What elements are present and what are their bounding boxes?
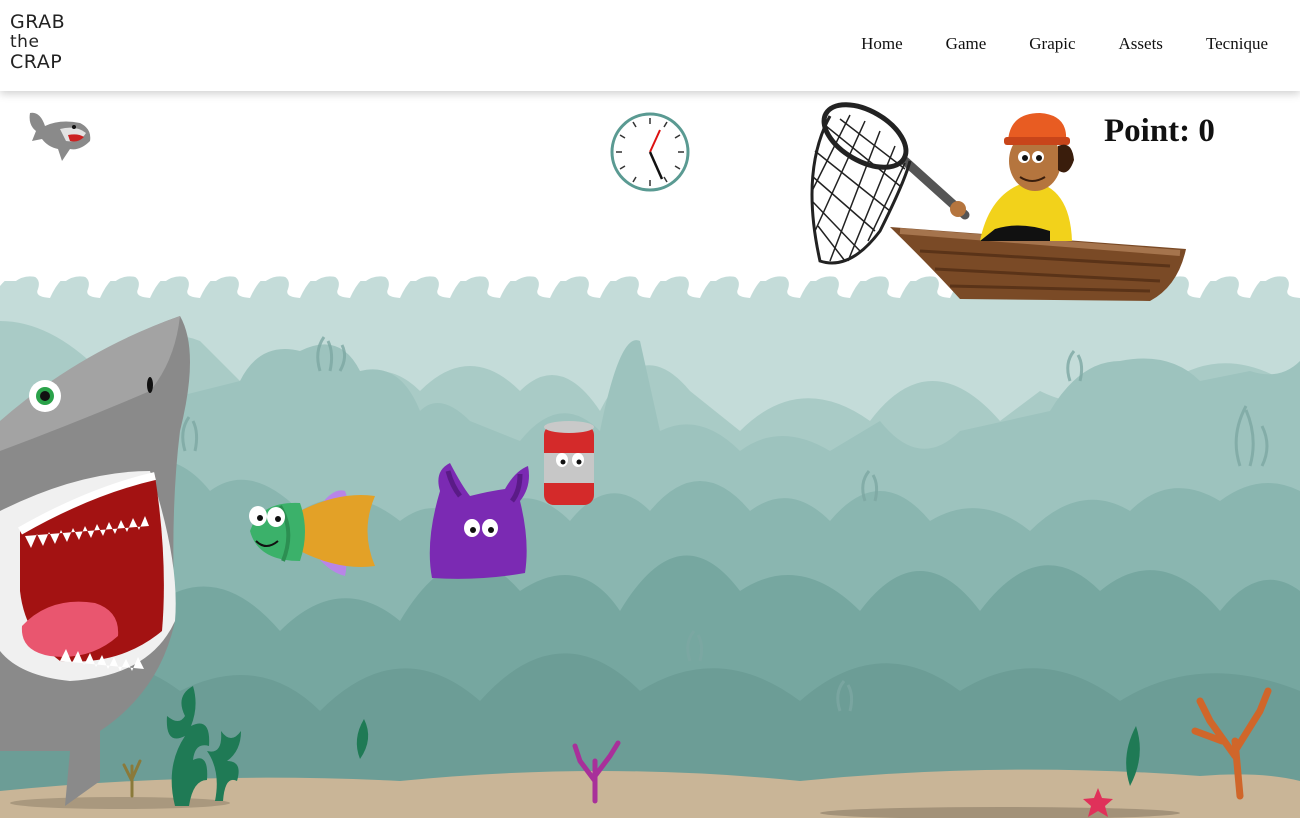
nav-tecnique[interactable]: Tecnique — [1206, 34, 1268, 54]
nav-assets[interactable]: Assets — [1119, 34, 1163, 54]
main-nav: Home Game Grapic Assets Tecnique — [818, 34, 1268, 54]
site-header: GRAB the CRAP Home Game Grapic Assets Te… — [0, 0, 1300, 91]
logo[interactable]: GRAB the CRAP — [10, 12, 70, 72]
points-counter: Point: 0 — [1104, 113, 1215, 149]
soda-can — [544, 421, 594, 505]
logo-line-grab: GRAB — [10, 11, 66, 33]
game-area[interactable]: Point: 0 — [0, 91, 1300, 818]
clock-icon — [610, 112, 690, 192]
nav-grapic[interactable]: Grapic — [1029, 34, 1075, 54]
nav-game[interactable]: Game — [946, 34, 987, 54]
logo-line-crap: CRAP — [10, 51, 63, 73]
nav-home[interactable]: Home — [861, 34, 903, 54]
game-scene — [0, 91, 1300, 818]
logo-line-the: the — [10, 32, 40, 52]
